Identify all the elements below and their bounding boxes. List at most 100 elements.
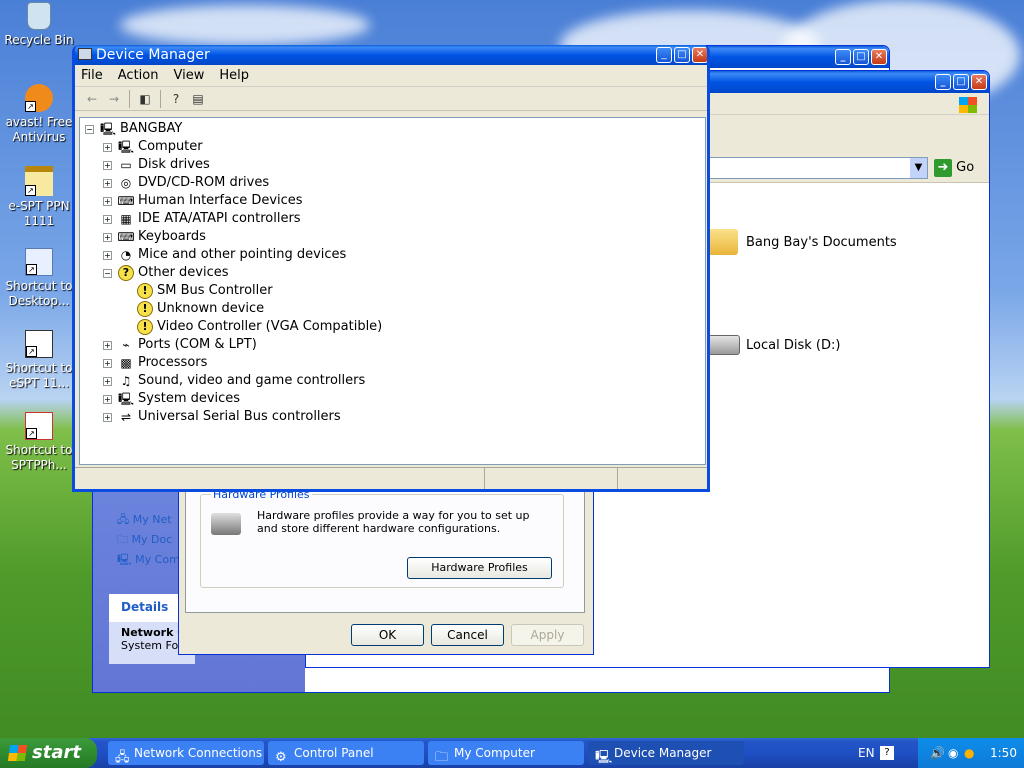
menu-help[interactable]: Help bbox=[219, 68, 249, 83]
tree-category[interactable]: + ⌨ Human Interface Devices bbox=[103, 192, 303, 210]
bang-bay-documents-item[interactable]: Bang Bay's Documents bbox=[708, 229, 897, 255]
desktop-icon-shortcut-desktop[interactable]: ↗ Shortcut to Desktop... bbox=[2, 248, 76, 309]
volume-icon[interactable]: 🔊 bbox=[930, 738, 945, 768]
maximize-button[interactable]: □ bbox=[674, 47, 690, 63]
forward-arrow-icon[interactable]: → bbox=[103, 89, 125, 109]
back-arrow-icon[interactable]: ← bbox=[81, 89, 103, 109]
minimize-button[interactable]: _ bbox=[935, 74, 951, 90]
tree-category[interactable]: −? Other devices bbox=[103, 264, 229, 282]
desktop-icon-shortcut-sptpph[interactable]: ↗ Shortcut to SPTPPh... bbox=[2, 412, 76, 473]
tree-category-label: Disk drives bbox=[138, 157, 210, 172]
close-button[interactable]: ✕ bbox=[971, 74, 987, 90]
tree-device[interactable]: ! SM Bus Controller bbox=[137, 282, 273, 300]
chevron-down-icon[interactable]: ▼ bbox=[910, 158, 927, 178]
menu-action[interactable]: Action bbox=[118, 68, 159, 83]
computer-icon: 🖳 bbox=[118, 140, 135, 154]
show-hide-console-tree-icon[interactable]: ◧ bbox=[134, 89, 156, 109]
collapse-toggle[interactable]: − bbox=[85, 124, 94, 134]
tree-category-label: System devices bbox=[138, 391, 241, 406]
tree-category-label: Other devices bbox=[138, 265, 229, 280]
control-panel-icon: ⚙ bbox=[275, 750, 287, 765]
tree-device[interactable]: ! Unknown device bbox=[137, 300, 264, 318]
local-disk-d-item[interactable]: Local Disk (D:) bbox=[708, 335, 840, 355]
task-my-computer[interactable]: 🗀 My Computer bbox=[428, 741, 584, 765]
ide-controller-icon: ▦ bbox=[120, 212, 132, 226]
toolbar-separator bbox=[129, 89, 130, 108]
desktop-icon-recycle-bin[interactable]: Recycle Bin bbox=[2, 2, 76, 48]
device-manager-icon bbox=[78, 48, 92, 60]
ok-button[interactable]: OK bbox=[351, 624, 424, 646]
network-status-icon[interactable]: ◉ bbox=[948, 738, 958, 768]
help-icon[interactable]: ? bbox=[880, 746, 894, 760]
tree-category-label: IDE ATA/ATAPI controllers bbox=[138, 211, 301, 226]
desktop-icon-avast[interactable]: ↗ avast! Free Antivirus bbox=[2, 84, 76, 145]
expand-toggle[interactable]: + bbox=[103, 232, 112, 242]
go-button[interactable]: ➜ Go bbox=[934, 158, 974, 178]
close-button[interactable]: ✕ bbox=[692, 47, 707, 63]
desktop-icon-label: Shortcut to eSPT 11... bbox=[5, 361, 73, 390]
application-icon: ↗ bbox=[25, 412, 53, 440]
application-icon: ↗ bbox=[25, 330, 53, 358]
start-button[interactable]: start bbox=[0, 738, 97, 768]
expand-toggle[interactable]: + bbox=[103, 340, 112, 350]
tree-category[interactable]: + ⌨ Keyboards bbox=[103, 228, 206, 246]
collapse-toggle[interactable]: − bbox=[103, 268, 112, 278]
tree-device[interactable]: ! Video Controller (VGA Compatible) bbox=[137, 318, 382, 336]
expand-toggle[interactable]: + bbox=[103, 178, 112, 188]
link-my-computer[interactable]: 🖳 My Com bbox=[117, 550, 180, 570]
expand-toggle[interactable]: + bbox=[103, 160, 112, 170]
desktop-icon-shortcut-espt[interactable]: ↗ Shortcut to eSPT 11... bbox=[2, 330, 76, 391]
language-indicator[interactable]: EN bbox=[858, 738, 875, 768]
tree-category[interactable]: + ⇌ Universal Serial Bus controllers bbox=[103, 408, 341, 426]
minimize-button[interactable]: _ bbox=[835, 49, 851, 65]
menu-view[interactable]: View bbox=[173, 68, 204, 83]
properties-icon[interactable]: ▤ bbox=[187, 89, 209, 109]
avast-icon: ↗ bbox=[25, 84, 53, 112]
hardware-profiles-button[interactable]: Hardware Profiles bbox=[407, 557, 552, 579]
hid-icon: ⌨ bbox=[117, 194, 135, 208]
tree-category[interactable]: + ▭ Disk drives bbox=[103, 156, 210, 174]
desktop-icon-espt-ppn[interactable]: ↗ e-SPT PPN 1111 bbox=[2, 166, 76, 229]
link-my-documents[interactable]: 🗀 My Doc bbox=[117, 530, 180, 550]
tree-category-label: Ports (COM & LPT) bbox=[138, 337, 257, 352]
expand-toggle[interactable]: + bbox=[103, 376, 112, 386]
expand-toggle[interactable]: + bbox=[103, 412, 112, 422]
network-icon: 🖧 bbox=[117, 513, 133, 526]
expand-toggle[interactable]: + bbox=[103, 214, 112, 224]
minimize-button[interactable]: _ bbox=[656, 47, 672, 63]
hard-disk-icon bbox=[708, 335, 740, 355]
maximize-button[interactable]: □ bbox=[953, 74, 969, 90]
tree-category[interactable]: + ▩ Processors bbox=[103, 354, 207, 372]
help-icon[interactable]: ? bbox=[165, 89, 187, 109]
expand-toggle[interactable]: + bbox=[103, 142, 112, 152]
task-control-panel[interactable]: ⚙ Control Panel bbox=[268, 741, 424, 765]
tree-category[interactable]: + ◎ DVD/CD-ROM drives bbox=[103, 174, 269, 192]
link-my-network[interactable]: 🖧 My Net bbox=[117, 510, 180, 530]
status-pane bbox=[75, 468, 485, 489]
close-button[interactable]: ✕ bbox=[871, 49, 887, 65]
expand-toggle[interactable]: + bbox=[103, 358, 112, 368]
taskbar: start 🖧 Network Connections ⚙ Control Pa… bbox=[0, 738, 1024, 768]
tree-category[interactable]: + ◔ Mice and other pointing devices bbox=[103, 246, 346, 264]
tree-category[interactable]: + ♫ Sound, video and game controllers bbox=[103, 372, 365, 390]
menubar: File Action View Help bbox=[75, 65, 707, 87]
expand-toggle[interactable]: + bbox=[103, 394, 112, 404]
task-network-connections[interactable]: 🖧 Network Connections bbox=[108, 741, 264, 765]
tree-category[interactable]: + ⌁ Ports (COM & LPT) bbox=[103, 336, 257, 354]
warning-icon: ! bbox=[137, 301, 153, 317]
avast-tray-icon[interactable]: ● bbox=[964, 738, 974, 768]
recycle-bin-icon bbox=[27, 2, 51, 30]
apply-button[interactable]: Apply bbox=[511, 624, 584, 646]
tree-category[interactable]: + ▦ IDE ATA/ATAPI controllers bbox=[103, 210, 301, 228]
status-pane bbox=[485, 468, 618, 489]
tree-category[interactable]: + 🖳 Computer bbox=[103, 138, 203, 156]
cancel-button[interactable]: Cancel bbox=[431, 624, 504, 646]
tree-root-bangbay[interactable]: − 🖳 BANGBAY bbox=[85, 120, 182, 138]
task-device-manager[interactable]: 🖳 Device Manager bbox=[588, 741, 744, 765]
expand-toggle[interactable]: + bbox=[103, 250, 112, 260]
tree-category-label: Human Interface Devices bbox=[138, 193, 303, 208]
maximize-button[interactable]: □ bbox=[853, 49, 869, 65]
expand-toggle[interactable]: + bbox=[103, 196, 112, 206]
tree-category[interactable]: + 🖳 System devices bbox=[103, 390, 240, 408]
menu-file[interactable]: File bbox=[81, 68, 103, 83]
